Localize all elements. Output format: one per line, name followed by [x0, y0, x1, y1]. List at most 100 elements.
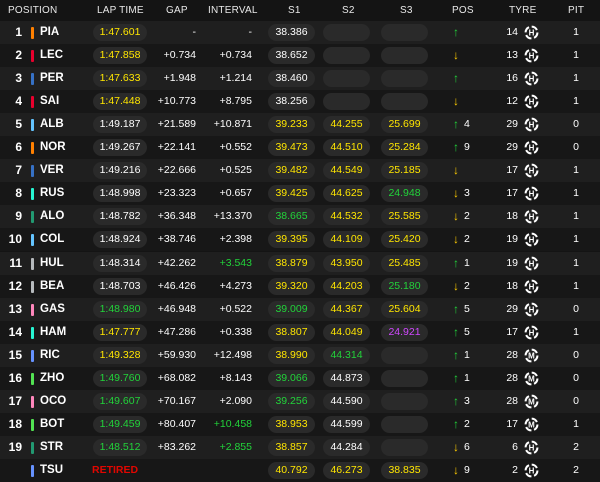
driver-code[interactable]: SAI	[40, 90, 59, 113]
table-row[interactable]: 13 GAS 1:48.980 +46.948 +0.522 39.009 44.367 25…	[0, 297, 600, 321]
tyre-laps: 16	[506, 72, 518, 85]
driver-code[interactable]: GAS	[40, 298, 65, 321]
sector-s2: 44.599	[323, 415, 370, 433]
arrow-up-icon: ↑	[453, 71, 459, 86]
sector-s3	[381, 392, 428, 410]
tyre-laps: 29	[506, 302, 518, 315]
team-color-bar	[31, 441, 34, 454]
sector-s1: 38.990	[268, 346, 315, 364]
header-s1: S1	[288, 5, 301, 16]
driver-code[interactable]: OCO	[40, 390, 66, 413]
header-interval: INTERVAL	[208, 5, 258, 16]
driver-code[interactable]: STR	[40, 436, 63, 459]
position-number: 13	[8, 301, 22, 316]
tyre-compound-letter: H	[529, 328, 535, 337]
table-row[interactable]: 12 BEA 1:48.703 +46.426 +4.273 39.320 44.203 25…	[0, 274, 600, 298]
sector-s2: 44.625	[323, 185, 370, 203]
lap-time: 1:49.760	[93, 369, 147, 387]
lap-time: 1:47.777	[93, 323, 147, 341]
team-color-bar	[31, 119, 34, 132]
position-number: 8	[15, 186, 22, 201]
table-row[interactable]: 7 VER 1:49.216 +22.666 +0.525 39.482 44.549 25.…	[0, 159, 600, 183]
header-lap-time: LAP TIME	[97, 5, 144, 16]
sector-s2: 44.255	[323, 116, 370, 134]
position-number: 18	[8, 416, 22, 431]
table-row[interactable]: 5 ALB 1:49.187 +21.589 +10.871 39.233 44.255 25…	[0, 113, 600, 137]
lap-time: 1:48.998	[93, 185, 147, 203]
driver-code[interactable]: PIA	[40, 21, 59, 44]
team-color-bar	[31, 50, 34, 63]
table-row[interactable]: 18 BOT 1:49.459 +80.407 +10.458 38.953 44.599 ↑…	[0, 412, 600, 436]
position-number: 3	[15, 71, 22, 86]
table-row[interactable]: 9 ALO 1:48.782 +36.348 +13.370 38.665 44.532 25…	[0, 205, 600, 229]
driver-code[interactable]: ALO	[40, 205, 64, 228]
lap-time: 1:48.782	[93, 208, 147, 226]
hard-tyre-icon: H	[524, 71, 539, 86]
sector-s3: 25.485	[381, 254, 428, 272]
sector-s3: 25.180	[381, 277, 428, 295]
table-row[interactable]: 3 PER 1:47.633 +1.948 +1.214 38.460 ↑ 16 H 1	[0, 67, 600, 91]
table-row[interactable]: 16 ZHO 1:49.760 +68.082 +8.143 39.066 44.873 ↑ 1…	[0, 366, 600, 390]
driver-code[interactable]: HUL	[40, 252, 64, 275]
table-row[interactable]: 10 COL 1:48.924 +38.746 +2.398 39.395 44.109 25…	[0, 228, 600, 252]
driver-code[interactable]: RUS	[40, 182, 64, 205]
header-tyre: TYRE	[509, 5, 537, 16]
driver-code[interactable]: NOR	[40, 136, 66, 159]
sector-s2: 44.049	[323, 323, 370, 341]
driver-code[interactable]: VER	[40, 159, 64, 182]
position-number: 1	[15, 25, 22, 39]
sector-s3	[381, 24, 428, 41]
table-row[interactable]: 14 HAM 1:47.777 +47.286 +0.338 38.807 44.049 24…	[0, 320, 600, 344]
gap-value: +47.286	[157, 325, 196, 338]
table-row[interactable]: 19 STR 1:48.512 +83.262 +2.855 38.857 44.284 ↓ 6…	[0, 435, 600, 459]
table-row[interactable]: 2 LEC 1:47.858 +0.734 +0.734 38.652 ↓ 13 H 1	[0, 44, 600, 68]
table-row[interactable]: 11 HUL 1:48.314 +42.262 +3.543 38.879 43.950 25…	[0, 251, 600, 275]
driver-code[interactable]: COL	[40, 228, 64, 251]
gap-value: +0.734	[163, 49, 196, 62]
interval-value: +8.795	[219, 95, 252, 108]
driver-code[interactable]: RIC	[40, 344, 60, 367]
team-color-bar	[31, 372, 34, 385]
sector-s2: 46.273	[323, 461, 370, 479]
driver-code[interactable]: ALB	[40, 113, 64, 136]
tyre-laps: 19	[506, 233, 518, 246]
header-s3: S3	[400, 5, 413, 16]
table-row[interactable]: 1 PIA 1:47.601 - - 38.386 ↑ 14 H 1	[0, 21, 600, 44]
tyre-compound-letter: H	[529, 51, 535, 60]
driver-code[interactable]: TSU	[40, 459, 63, 482]
tyre-laps: 18	[506, 279, 518, 292]
gap-value: +70.167	[157, 394, 196, 407]
table-row[interactable]: 17 OCO 1:49.607 +70.167 +2.090 39.256 44.590 ↑ 3…	[0, 389, 600, 413]
table-row[interactable]: 15 RIC 1:49.328 +59.930 +12.498 38.990 44.314 ↑…	[0, 343, 600, 367]
pit-stops: 0	[573, 348, 579, 361]
driver-code[interactable]: LEC	[40, 44, 63, 67]
positions-changed: 2	[464, 233, 470, 246]
pit-stops: 1	[573, 233, 579, 246]
sector-s3: 25.185	[381, 162, 428, 180]
arrow-down-icon: ↓	[453, 186, 459, 201]
hard-tyre-icon: H	[524, 117, 539, 132]
team-color-bar	[31, 257, 34, 270]
hard-tyre-icon: H	[524, 325, 539, 340]
table-row[interactable]: 4 SAI 1:47.448 +10.773 +8.795 38.256 ↓ 12 H 1	[0, 90, 600, 114]
driver-code[interactable]: BEA	[40, 275, 64, 298]
sector-s3: 25.585	[381, 208, 428, 226]
arrow-down-icon: ↓	[453, 209, 459, 224]
table-row[interactable]: 6 NOR 1:49.267 +22.141 +0.552 39.473 44.510 25.…	[0, 136, 600, 160]
driver-code[interactable]: BOT	[40, 413, 64, 436]
tyre-laps: 13	[506, 49, 518, 62]
position-number: 14	[8, 324, 22, 339]
table-row[interactable]: 8 RUS 1:48.998 +23.323 +0.657 39.425 44.625 24.…	[0, 182, 600, 206]
team-color-bar	[31, 395, 34, 408]
table-row[interactable]: TSU RETIRED 40.792 46.273 38.835 ↓ 9 2 H 2	[0, 458, 600, 482]
driver-code[interactable]: ZHO	[40, 367, 64, 390]
sector-s3: 25.604	[381, 300, 428, 318]
tyre-compound-letter: H	[529, 144, 535, 153]
interval-value: +0.734	[219, 49, 252, 62]
driver-code[interactable]: HAM	[40, 321, 66, 344]
table-header: POSITION LAP TIME GAP INTERVAL S1 S2 S3 …	[0, 0, 600, 20]
team-color-bar	[31, 96, 34, 109]
driver-code[interactable]: PER	[40, 67, 64, 90]
position-number: 7	[15, 163, 22, 178]
arrow-down-icon: ↓	[453, 462, 459, 477]
